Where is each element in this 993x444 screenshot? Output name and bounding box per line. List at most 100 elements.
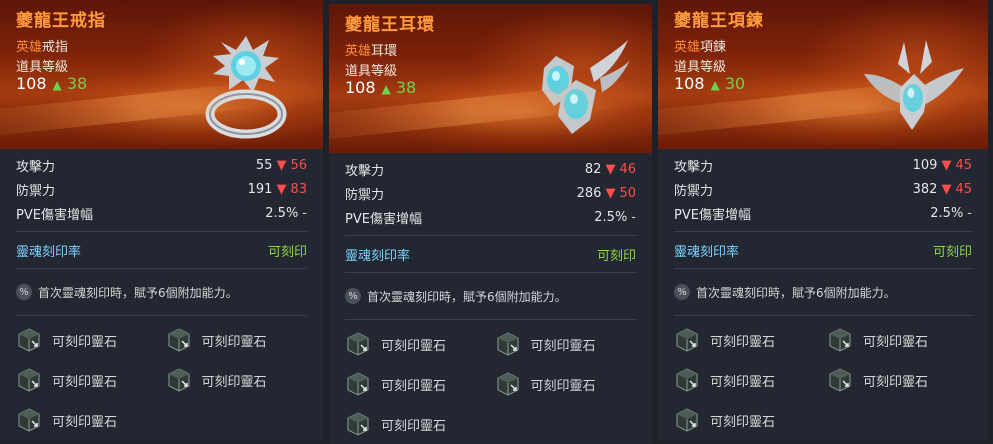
stat-label: PVE傷害增幅 (345, 211, 422, 227)
stat-diff: 50 (619, 185, 636, 201)
soulstone-slot-label: 可刻印靈石 (201, 334, 267, 350)
stat-row: 攻擊力 82 ▼ 46 (345, 157, 636, 181)
item-level-up: 30 (724, 74, 746, 93)
soul-engrave-label: 靈魂刻印率 (345, 248, 411, 264)
item-type: 耳環 (371, 44, 398, 59)
engrave-note: % 首次靈魂刻印時，賦予6個附加能力。 (658, 275, 988, 309)
soulstone-slot[interactable]: 可刻印靈石 (16, 406, 158, 434)
soulstone-slot[interactable]: 可刻印靈石 (345, 330, 487, 358)
necklace-icon (864, 40, 964, 130)
divider (674, 315, 972, 316)
item-level: 108 (345, 78, 376, 97)
stat-row: PVE傷害增幅 2.5% - (345, 205, 636, 229)
item-grade: 英雄 (345, 44, 372, 59)
stat-diff: - (967, 205, 972, 221)
soul-engrave-row: 靈魂刻印率 可刻印 (0, 238, 323, 262)
percent-icon: % (16, 284, 32, 300)
soulstone-cube-icon (347, 372, 369, 396)
soulstone-slot[interactable]: 可刻印靈石 (827, 366, 972, 394)
stat-diff: - (631, 209, 636, 225)
stat-label: 防禦力 (16, 183, 56, 199)
divider (16, 231, 307, 232)
item-name: 夔龍王項鍊 (674, 11, 764, 31)
soulstone-slot[interactable]: 可刻印靈石 (827, 326, 972, 354)
soulstone-slots: 可刻印靈石 可刻印靈石 可刻印靈石 可刻印靈石 可刻印靈石 (658, 322, 988, 438)
item-level-up: 38 (395, 78, 417, 97)
item-name: 夔龍王戒指 (16, 11, 106, 31)
item-grade-type: 英雄戒指 (16, 36, 68, 55)
stat-row: PVE傷害增幅 2.5% - (674, 201, 972, 225)
down-arrow-icon: ▼ (941, 157, 952, 173)
stat-label: 攻擊力 (345, 163, 385, 179)
soulstone-slot[interactable]: 可刻印靈石 (674, 326, 819, 354)
soulstone-slot[interactable]: 可刻印靈石 (16, 326, 158, 354)
down-arrow-icon: ▼ (605, 185, 616, 201)
item-header: 夔龍王戒指 英雄戒指 道具等級 108 ▲ 38 (0, 0, 323, 149)
stat-label: 防禦力 (674, 183, 714, 199)
divider (345, 319, 636, 320)
soulstone-slot[interactable]: 可刻印靈石 (345, 370, 487, 398)
stat-label: 攻擊力 (16, 159, 56, 175)
soulstone-cube-icon (168, 328, 189, 352)
stat-row: 攻擊力 55 ▼ 56 (16, 153, 307, 177)
item-tooltip-earring: 夔龍王耳環 英雄耳環 道具等級 108 ▲ 38 攻擊力 82 ▼ 46 防禦力 286 ▼… (329, 4, 652, 444)
stat-value: 286 (576, 185, 602, 201)
soul-engrave-label: 靈魂刻印率 (16, 244, 82, 260)
stat-value: 109 (912, 157, 938, 173)
soulstone-slot[interactable]: 可刻印靈石 (166, 366, 308, 394)
soulstone-slot-label: 可刻印靈石 (52, 374, 118, 390)
soulstone-slot[interactable]: 可刻印靈石 (674, 366, 819, 394)
stat-value: 55 (255, 157, 273, 173)
divider (345, 272, 636, 273)
soulstone-slot-label: 可刻印靈石 (710, 374, 776, 390)
soulstone-cube-icon (347, 412, 369, 436)
stat-label: 攻擊力 (674, 159, 714, 175)
stat-row: 攻擊力 109 ▼ 45 (674, 153, 972, 177)
stat-value: 2.5% (594, 209, 628, 225)
stat-diff: 45 (955, 181, 972, 197)
soul-engrave-value: 可刻印 (932, 244, 972, 260)
soul-engrave-value: 可刻印 (596, 248, 636, 264)
stat-diff: 56 (290, 157, 307, 173)
soulstone-slot-label: 可刻印靈石 (201, 374, 267, 390)
soulstone-slot[interactable]: 可刻印靈石 (674, 406, 819, 434)
soulstone-slot-label: 可刻印靈石 (863, 334, 929, 350)
soulstone-cube-icon (18, 368, 40, 392)
up-arrow-icon: ▲ (381, 82, 391, 96)
divider (674, 268, 972, 269)
stat-value: 2.5% (930, 205, 964, 221)
soul-engrave-label: 靈魂刻印率 (674, 244, 740, 260)
soulstone-slot[interactable]: 可刻印靈石 (16, 366, 158, 394)
soulstone-slot[interactable]: 可刻印靈石 (345, 410, 487, 438)
item-header: 夔龍王耳環 英雄耳環 道具等級 108 ▲ 38 (329, 4, 652, 153)
item-type: 戒指 (42, 40, 69, 55)
down-arrow-icon: ▼ (941, 181, 952, 197)
soulstone-slot[interactable]: 可刻印靈石 (495, 330, 637, 358)
item-grade-type: 英雄耳環 (345, 40, 397, 59)
item-level-label: 道具等級 (345, 64, 398, 79)
engrave-note-text: 首次靈魂刻印時，賦予6個附加能力。 (367, 289, 567, 304)
soulstone-slot-label: 可刻印靈石 (52, 334, 118, 350)
soulstone-cube-icon (497, 372, 518, 396)
stat-list: 攻擊力 109 ▼ 45 防禦力 382 ▼ 45 PVE傷害增幅 2.5% - (658, 149, 988, 225)
stat-value: 2.5% (265, 205, 299, 221)
soulstone-slot-label: 可刻印靈石 (710, 334, 776, 350)
stat-value: 191 (247, 181, 273, 197)
stat-row: 防禦力 191 ▼ 83 (16, 177, 307, 201)
soulstone-slot[interactable]: 可刻印靈石 (495, 370, 637, 398)
soulstone-slot[interactable]: 可刻印靈石 (166, 326, 308, 354)
soulstone-cube-icon (829, 328, 851, 352)
engrave-note-text: 首次靈魂刻印時，賦予6個附加能力。 (38, 285, 238, 300)
stat-row: 防禦力 286 ▼ 50 (345, 181, 636, 205)
soulstone-cube-icon (676, 368, 698, 392)
divider (345, 235, 636, 236)
stat-label: PVE傷害增幅 (16, 207, 93, 223)
engrave-note: % 首次靈魂刻印時，賦予6個附加能力。 (0, 275, 323, 309)
soulstone-slot-label: 可刻印靈石 (863, 374, 929, 390)
item-tooltip-necklace: 夔龍王項鍊 英雄項鍊 道具等級 108 ▲ 30 攻擊力 109 ▼ 45 防禦力 382… (658, 0, 988, 440)
soulstone-cube-icon (168, 368, 189, 392)
soulstone-slot-label: 可刻印靈石 (381, 378, 447, 394)
soulstone-cube-icon (18, 328, 40, 352)
soulstone-slots: 可刻印靈石 可刻印靈石 可刻印靈石 可刻印靈石 可刻印靈石 (329, 326, 652, 442)
soulstone-slots: 可刻印靈石 可刻印靈石 可刻印靈石 可刻印靈石 可刻印靈石 (0, 322, 323, 438)
